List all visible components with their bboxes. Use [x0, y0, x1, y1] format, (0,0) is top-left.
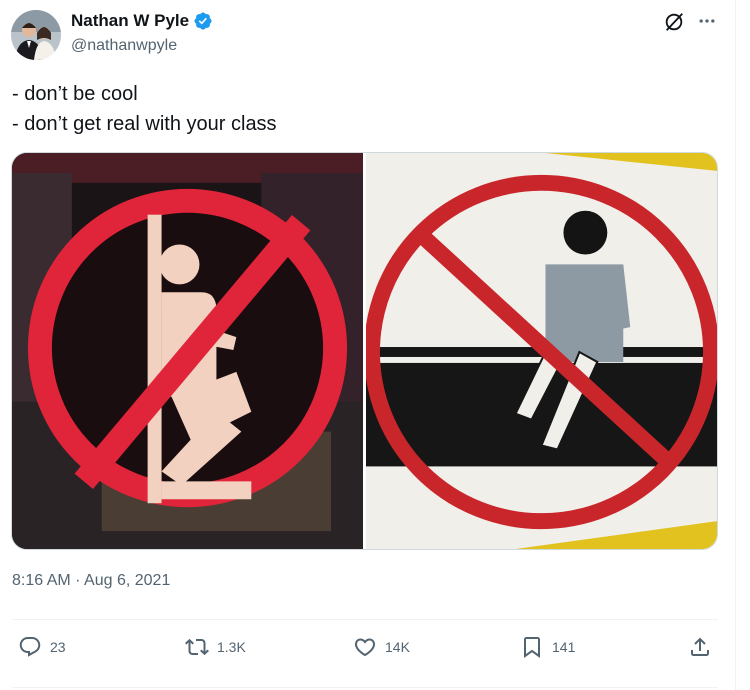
- tweet-text: - don’t be cool - don’t get real with yo…: [12, 79, 712, 139]
- bookmark-icon: [524, 637, 540, 658]
- author-display-name[interactable]: Nathan W Pyle: [71, 11, 189, 31]
- tweet-text-line: - don’t get real with your class: [12, 113, 277, 135]
- author-handle[interactable]: @nathanwpyle: [71, 37, 177, 55]
- like-count: 14K: [385, 639, 410, 655]
- like-button[interactable]: 14K: [353, 635, 410, 659]
- reply-button[interactable]: 23: [18, 635, 66, 659]
- retweet-count: 1.3K: [217, 639, 246, 655]
- reply-count: 23: [50, 639, 66, 655]
- media-photo-right[interactable]: [365, 153, 717, 549]
- avatar[interactable]: [11, 10, 61, 60]
- more-options-icon[interactable]: [697, 11, 717, 31]
- share-button[interactable]: [688, 635, 712, 659]
- action-bar: 23 1.3K 14K 141: [12, 620, 718, 678]
- bookmark-count: 141: [552, 639, 576, 655]
- verified-badge-icon[interactable]: [193, 11, 213, 31]
- grok-icon[interactable]: [663, 11, 685, 33]
- author-name-row: Nathan W Pyle: [71, 11, 213, 31]
- timestamp-separator: ·: [70, 572, 85, 589]
- no-sitting-sign-icon: [365, 153, 717, 549]
- media-photo-left[interactable]: [12, 153, 363, 549]
- tweet-timestamp: 8:16 AM · Aug 6, 2021: [12, 572, 170, 590]
- no-leaning-sign-icon: [12, 153, 363, 549]
- timestamp-time-link[interactable]: 8:16 AM: [12, 572, 71, 589]
- bookmark-button[interactable]: 141: [520, 635, 575, 659]
- tweet-card: Nathan W Pyle @nathanwpyle - don’t be co…: [0, 0, 736, 690]
- media-grid: [11, 152, 718, 550]
- actions-bottom-divider: [12, 687, 718, 688]
- tweet-text-line: - don’t be cool: [12, 83, 138, 105]
- reply-icon: [19, 637, 41, 657]
- share-icon: [691, 637, 709, 656]
- retweet-icon: [185, 638, 209, 656]
- heart-icon: [354, 638, 376, 657]
- avatar-photo: [11, 10, 61, 60]
- retweet-button[interactable]: 1.3K: [185, 635, 246, 659]
- timestamp-date-link[interactable]: Aug 6, 2021: [84, 572, 170, 589]
